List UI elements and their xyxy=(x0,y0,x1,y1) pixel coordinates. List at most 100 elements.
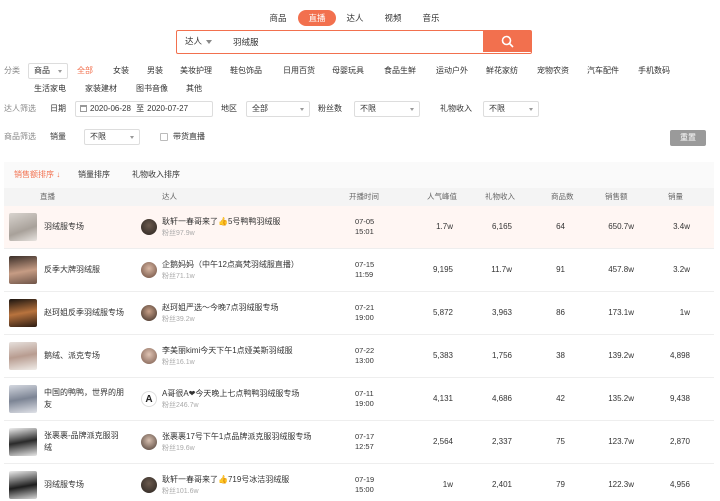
sales-value: 4,898 xyxy=(669,351,690,360)
table-row[interactable]: 中国的鸭鸭，世界的朋 友 A A哥很A❤今天晚上七点鸭鸭羽绒服专场 粉丝246.… xyxy=(4,378,714,421)
expert-name[interactable]: 耿轩一春哥来了👍5号鸭鸭羽绒服 xyxy=(162,216,280,227)
sales-value: 4,956 xyxy=(669,480,690,489)
gift-value: 6,165 xyxy=(491,222,512,231)
category-food[interactable]: 食品生鲜 xyxy=(384,63,416,79)
category-all[interactable]: 全部 xyxy=(77,63,93,79)
live-title[interactable]: 中国的鸭鸭，世界的朋 友 xyxy=(44,387,136,411)
category-type-value: 商品 xyxy=(34,66,50,75)
items-value: 64 xyxy=(556,222,565,231)
category-shoes-bags[interactable]: 鞋包饰品 xyxy=(230,63,262,79)
table-row[interactable]: 鹅绒、派克专场 李美丽kimi今天下午1点娅美斯羽绒服 粉丝16.1w 07-2… xyxy=(4,335,714,378)
search-button[interactable] xyxy=(483,31,531,52)
sort-by-revenue[interactable]: 销售额排序 ↓ xyxy=(14,162,60,188)
fans-select[interactable]: 不限 xyxy=(354,101,420,117)
revenue-value: 173.1w xyxy=(608,308,634,317)
category-women[interactable]: 女装 xyxy=(113,63,129,79)
expert-name[interactable]: A哥很A❤今天晚上七点鸭鸭羽绒服专场 xyxy=(162,388,299,399)
avatar xyxy=(141,348,157,364)
table-row[interactable]: 张裹裹-品牌派克服羽 绒 张裹裹17号下午1点品牌派克服羽绒服专场 粉丝19.6… xyxy=(4,421,714,464)
category-digital[interactable]: 手机数码 xyxy=(638,63,670,79)
date-range-picker[interactable]: 2020-06-28 至 2020-07-27 xyxy=(75,101,213,117)
expert-name[interactable]: 赵珂姐严选～今晚7点羽绒服专场 xyxy=(162,302,278,313)
expert-name[interactable]: 耿轩一春哥来了👍719号冰洁羽绒服 xyxy=(162,474,289,485)
chevron-down-icon xyxy=(529,108,533,111)
category-type-select[interactable]: 商品 xyxy=(28,63,68,79)
live-title[interactable]: 羽绒服专场 xyxy=(44,221,136,233)
search-input[interactable] xyxy=(233,31,483,52)
top-nav: 商品 直播 达人 视频 音乐 xyxy=(0,10,720,26)
expert-name[interactable]: 李美丽kimi今天下午1点娅美斯羽绒服 xyxy=(162,345,293,356)
chevron-down-icon xyxy=(130,136,134,139)
start-time: 07-05 15:01 xyxy=(355,217,375,236)
avatar: A xyxy=(141,391,157,407)
fans-value: 不限 xyxy=(360,104,376,113)
tab-expert[interactable]: 达人 xyxy=(340,10,370,26)
live-goods-checkbox[interactable] xyxy=(160,133,168,141)
items-value: 86 xyxy=(556,308,565,317)
sort-by-gift[interactable]: 礼物收入排序 xyxy=(132,162,180,188)
sort-by-sales[interactable]: 销量排序 xyxy=(78,162,110,188)
gift-value: 2,337 xyxy=(491,437,512,446)
tab-video[interactable]: 视频 xyxy=(378,10,408,26)
items-value: 79 xyxy=(556,480,565,489)
col-start-time: 开播时间 xyxy=(349,192,379,201)
expert-filter-row: 达人筛选 日期 2020-06-28 至 2020-07-27 地区 全部 粉丝数… xyxy=(0,101,720,117)
category-beauty[interactable]: 美妆护理 xyxy=(180,63,212,79)
reset-button[interactable]: 重置 xyxy=(670,130,706,146)
gift-income-select[interactable]: 不限 xyxy=(483,101,539,117)
category-daily[interactable]: 日用百货 xyxy=(283,63,315,79)
tab-music[interactable]: 音乐 xyxy=(416,10,446,26)
sales-value: 1w xyxy=(679,308,690,317)
gift-income-label: 礼物收入 xyxy=(440,104,472,113)
category-books[interactable]: 图书音像 xyxy=(136,81,168,97)
gift-value: 2,401 xyxy=(491,480,512,489)
date-label: 日期 xyxy=(50,104,66,113)
live-title[interactable]: 鹅绒、派克专场 xyxy=(44,350,136,362)
revenue-value: 122.3w xyxy=(608,480,634,489)
expert-name[interactable]: 企鹅妈妈（中午12点高梵羽绒服直播） xyxy=(162,259,299,270)
date-start: 2020-06-28 xyxy=(90,104,131,113)
live-title[interactable]: 张裹裹-品牌派克服羽 绒 xyxy=(44,430,136,454)
col-sales: 销量 xyxy=(668,192,683,201)
region-select[interactable]: 全部 xyxy=(246,101,310,117)
table-row[interactable]: 赵珂姐反季羽绒服专场 赵珂姐严选～今晚7点羽绒服专场 粉丝39.2w 07-21… xyxy=(4,292,714,335)
items-value: 75 xyxy=(556,437,565,446)
category-flowers[interactable]: 鲜花家纺 xyxy=(486,63,518,79)
live-title[interactable]: 赵珂姐反季羽绒服专场 xyxy=(44,307,136,319)
sales-select[interactable]: 不限 xyxy=(84,129,140,145)
category-home-build[interactable]: 家装建材 xyxy=(85,81,117,97)
live-title[interactable]: 羽绒服专场 xyxy=(44,479,136,491)
revenue-value: 650.7w xyxy=(608,222,634,231)
category-other[interactable]: 其他 xyxy=(186,81,202,97)
category-auto[interactable]: 汽车配件 xyxy=(587,63,619,79)
tab-goods[interactable]: 商品 xyxy=(263,10,293,26)
search-type-select[interactable]: 达人 xyxy=(185,31,213,52)
revenue-value: 139.2w xyxy=(608,351,634,360)
live-thumbnail xyxy=(9,342,37,370)
category-appliances[interactable]: 生活家电 xyxy=(34,81,66,97)
fans-count: 粉丝19.6w xyxy=(162,445,195,452)
table-row[interactable]: 羽绒服专场 耿轩一春哥来了👍5号鸭鸭羽绒服 粉丝97.9w 07-05 15:0… xyxy=(4,206,714,249)
live-thumbnail xyxy=(9,256,37,284)
category-men[interactable]: 男装 xyxy=(147,63,163,79)
revenue-value: 123.7w xyxy=(608,437,634,446)
avatar xyxy=(141,434,157,450)
category-pets[interactable]: 宠物农资 xyxy=(537,63,569,79)
table-row[interactable]: 反季大牌羽绒服 企鹅妈妈（中午12点高梵羽绒服直播） 粉丝71.1w 07-15… xyxy=(4,249,714,292)
category-sports[interactable]: 运动户外 xyxy=(436,63,468,79)
expert-name[interactable]: 张裹裹17号下午1点品牌派克服羽绒服专场 xyxy=(162,431,311,442)
sales-value: 2,870 xyxy=(669,437,690,446)
fans-count: 粉丝16.1w xyxy=(162,359,195,366)
start-time: 07-15 11:59 xyxy=(355,260,375,279)
col-peak: 人气峰值 xyxy=(427,192,457,201)
peak-value: 4,131 xyxy=(432,394,453,403)
avatar xyxy=(141,477,157,493)
tab-live[interactable]: 直播 xyxy=(298,10,336,26)
table-row[interactable]: 羽绒服专场 耿轩一春哥来了👍719号冰洁羽绒服 粉丝101.6w 07-19 1… xyxy=(4,464,714,501)
live-title[interactable]: 反季大牌羽绒服 xyxy=(44,264,136,276)
peak-value: 9,195 xyxy=(432,265,453,274)
items-value: 91 xyxy=(556,265,565,274)
table-header: 直播 达人 开播时间 人气峰值 礼物收入 商品数 销售额 销量 xyxy=(4,188,714,206)
search-icon xyxy=(501,35,514,48)
category-baby[interactable]: 母婴玩具 xyxy=(332,63,364,79)
